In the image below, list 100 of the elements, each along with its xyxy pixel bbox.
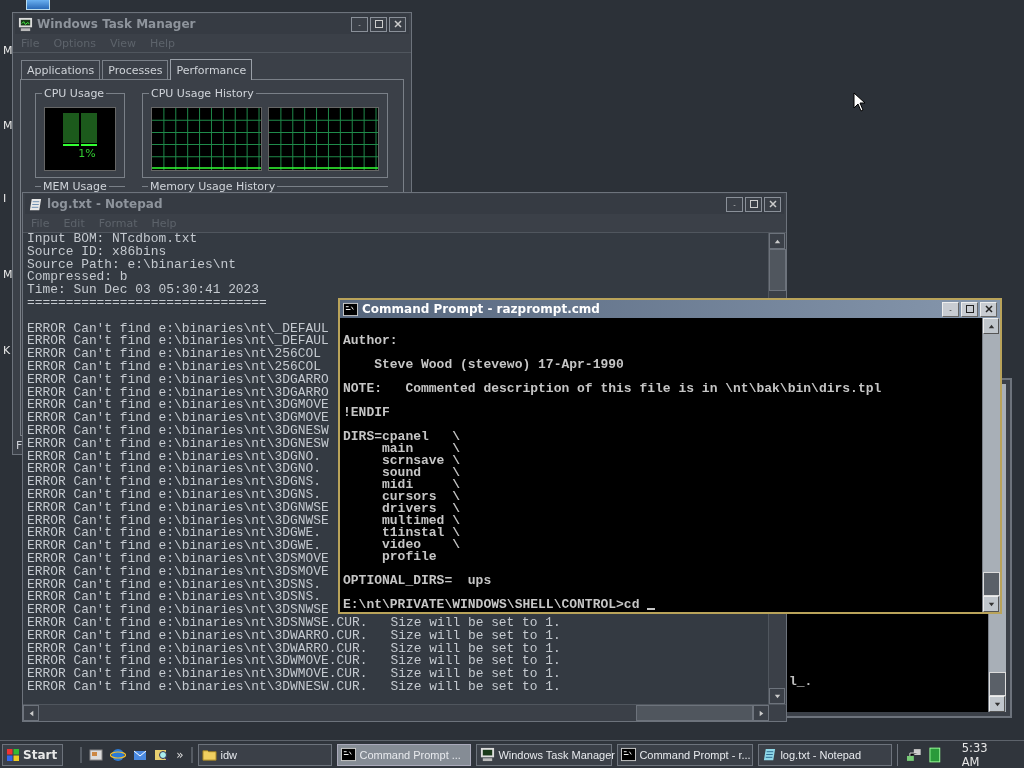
taskbar-button[interactable]: idw	[198, 743, 333, 766]
log-line: ERROR Can't find e:\binaries\nt\3DGWE.	[27, 540, 321, 553]
log-line: ERROR Can't find e:\binaries\nt\3DGARRO	[27, 373, 329, 387]
scroll-thumb[interactable]	[769, 249, 786, 291]
minimize-button[interactable]	[351, 16, 368, 32]
scroll-down-button[interactable]	[769, 688, 785, 704]
scroll-up-button[interactable]	[769, 233, 785, 249]
log-line: ERROR Can't find e:\binaries\nt\3DSNWSE	[27, 604, 329, 617]
log-line: ERROR Can't find e:\binaries\nt\3DWMOVE.CUR. Size will be set to 1.	[27, 655, 561, 669]
console-line: DIRS=cpanel \	[343, 431, 462, 443]
maximize-icon	[964, 304, 975, 314]
log-line: ERROR Can't find e:\binaries\nt\_DEFAUL	[27, 322, 329, 336]
computer-icon[interactable]	[26, 0, 50, 10]
log-line: ERROR Can't find e:\binaries\nt\3DGMOVE	[27, 412, 329, 425]
scroll-right-button[interactable]	[753, 705, 769, 721]
log-line: ERROR Can't find e:\binaries\nt\3DGNO.	[27, 450, 321, 464]
console-line: main \	[382, 443, 462, 455]
log-line: ERROR Can't find e:\binaries\nt\3DGMOVE	[27, 399, 329, 413]
scrollbar[interactable]	[23, 704, 786, 721]
icon-label[interactable]: M	[3, 120, 13, 132]
cpu-reading: 1%	[78, 147, 96, 161]
log-line: ERROR Can't find e:\binaries\nt\_DEFAUL	[27, 335, 329, 349]
more-button[interactable]: »	[176, 747, 184, 762]
minimize-icon	[731, 202, 738, 206]
close-button[interactable]	[764, 196, 781, 212]
log-line: ERROR Can't find e:\binaries\nt\3DWNESW.CUR. Size will be set to 1.	[27, 680, 561, 694]
console-line: sound \	[381, 467, 462, 479]
notepad-icon	[28, 196, 43, 212]
group-label: CPU Usage History	[149, 87, 256, 100]
monitor-icon	[18, 16, 33, 32]
taskbar-button[interactable]: log.txt - Notepad	[758, 743, 893, 766]
windows-flag-icon	[6, 747, 20, 762]
start-button[interactable]: Start	[2, 743, 64, 766]
log-line: Source ID: x86bins	[27, 245, 167, 259]
minimize-icon	[947, 307, 954, 311]
log-line: ERROR Can't find e:\binaries\nt\256COL	[27, 360, 321, 374]
taskbar-button[interactable]: Command Prompt - r...	[617, 743, 754, 766]
title-bar[interactable]: log.txt - Notepad	[25, 194, 784, 214]
minimize-button[interactable]	[726, 196, 743, 212]
log-line: ERROR Can't find e:\binaries\nt\3DSMOVE	[27, 552, 329, 566]
text-cursor	[647, 608, 656, 610]
tray-icon[interactable]	[927, 746, 943, 763]
maximize-button[interactable]	[370, 16, 387, 32]
log-line: ERROR Can't find e:\binaries\nt\3DWARRO.CUR. Size will be set to 1.	[27, 629, 561, 643]
console-line: l_.	[789, 674, 813, 689]
console-line: !ENDIF	[343, 407, 391, 419]
close-icon	[767, 199, 778, 209]
console-line: scrnsave \	[381, 455, 462, 467]
maximize-button[interactable]	[745, 196, 762, 212]
log-line: ERROR Can't find e:\binaries\nt\3DSNS.	[27, 591, 321, 605]
icon-label[interactable]: M	[3, 269, 13, 281]
close-icon	[983, 304, 994, 314]
console-line: cursors \	[381, 491, 462, 503]
log-line: Source Path: e:\binaries\nt	[27, 258, 236, 272]
desktop-icon[interactable]	[88, 746, 105, 763]
tab[interactable]: Applications	[21, 60, 101, 79]
console-line: Steve Wood (stevewo) 17-Apr-1990	[373, 359, 625, 371]
close-icon	[392, 19, 403, 29]
window-title: log.txt - Notepad	[47, 197, 163, 211]
console-line: E:\nt\PRIVATE\WINDOWS\SHELL\CONTROL>cd	[343, 599, 640, 611]
log-line: ERROR Can't find e:\binaries\nt\3DGNO.	[27, 463, 321, 477]
close-button[interactable]	[389, 16, 406, 32]
log-line: ERROR Can't find e:\binaries\nt\3DWARRO.CUR. Size will be set to 1.	[27, 642, 561, 656]
log-line: ERROR Can't find e:\binaries\nt\3DGNESW	[27, 424, 329, 438]
scroll-thumb[interactable]	[636, 705, 753, 721]
globe-icon[interactable]	[110, 746, 127, 763]
log-line: ERROR Can't find e:\binaries\nt\3DWMOVE.CUR. Size will be set to 1.	[27, 668, 561, 681]
mouse-pointer-icon	[853, 92, 865, 112]
tab[interactable]: Performance	[170, 59, 253, 80]
console-line: t1instal \	[381, 527, 462, 539]
icon-label[interactable]: K	[3, 345, 11, 357]
folder-icon	[202, 747, 218, 762]
notepad-icon	[762, 747, 778, 762]
maximize-icon	[748, 199, 759, 209]
group-label: CPU Usage	[42, 87, 107, 100]
console-line: NOTE: Commented description of this file is in \nt\bak\bin\dirs.tpl	[343, 383, 883, 395]
console-line: midi \	[381, 479, 462, 491]
log-line: Input BOM: NTcdbom.txt	[27, 233, 198, 246]
monitor-icon	[480, 747, 496, 762]
log-line: Time: Sun Dec 03 05:30:41 2023	[27, 284, 260, 297]
console-line: multimed \	[381, 515, 462, 527]
window-title: Command Prompt - razprompt.cmd	[362, 302, 600, 316]
cpu-bar-drawing	[63, 113, 97, 147]
icon-label[interactable]: M	[3, 45, 13, 57]
log-line: ERROR Can't find e:\binaries\nt\256COL	[27, 348, 321, 361]
console-line: profile	[381, 551, 438, 563]
scroll-left-button[interactable]	[23, 705, 39, 721]
title-bar[interactable]: Windows Task Manager	[15, 14, 409, 34]
network-icon[interactable]	[906, 746, 923, 763]
minimize-icon	[356, 22, 363, 26]
log-line: ERROR Can't find e:\binaries\nt\3DGNS.	[27, 476, 321, 489]
log-line: ERROR Can't find e:\binaries\nt\3DGWE.	[27, 527, 321, 541]
icon-label[interactable]: I	[3, 193, 7, 205]
console-icon	[621, 747, 637, 762]
tab[interactable]: Processes	[102, 60, 169, 79]
taskbar-button[interactable]: Windows Task Manager	[476, 743, 613, 766]
clock[interactable]: 5:33 AM	[961, 740, 1008, 768]
log-line: ERROR Can't find e:\binaries\nt\3DGNESW	[27, 437, 329, 451]
log-line: ERROR Can't find e:\binaries\nt\3DSMOVE	[27, 565, 329, 579]
log-line: ERROR Can't find e:\binaries\nt\3DSNWSE.CUR. Size will be set to 1.	[27, 616, 561, 630]
